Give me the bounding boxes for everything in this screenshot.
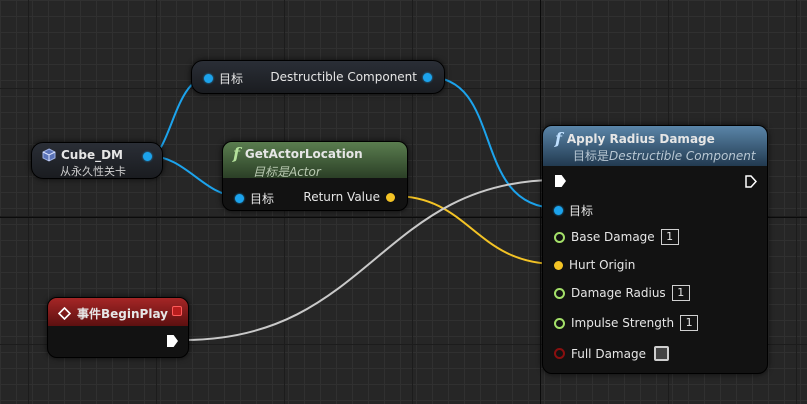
wire-location-to-origin bbox=[393, 195, 558, 265]
return-value-pin[interactable] bbox=[386, 192, 395, 202]
apply-radius-damage-node[interactable]: f Apply Radius Damage 目标是 Destructible C… bbox=[542, 125, 768, 374]
base-damage-value-input[interactable]: 1 bbox=[660, 229, 679, 245]
hurt-origin-pin[interactable] bbox=[554, 260, 563, 270]
function-icon: f bbox=[233, 144, 240, 163]
get-actor-location-node[interactable]: f GetActorLocation 目标是Actor 目标 Return Va… bbox=[222, 141, 408, 211]
get-actor-location-subtitle: 目标是Actor bbox=[253, 165, 321, 179]
function-icon: f bbox=[555, 129, 562, 148]
cube-dm-subtitle: 从永久性关卡 bbox=[60, 165, 126, 178]
cube-dm-reference-node[interactable]: Cube_DM 从永久性关卡 bbox=[31, 142, 163, 179]
destructible-component-node[interactable]: 目标 Destructible Component bbox=[191, 60, 445, 94]
apply-subtitle-prefix: 目标是 bbox=[573, 149, 610, 163]
apply-radius-damage-title: Apply Radius Damage bbox=[566, 131, 715, 146]
cube-dm-output-pin[interactable] bbox=[143, 152, 152, 161]
apply-target-pin[interactable] bbox=[554, 206, 563, 215]
apply-radius-damage-header: f Apply Radius Damage 目标是 Destructible C… bbox=[543, 126, 767, 166]
get-actor-location-header: f GetActorLocation 目标是Actor bbox=[223, 142, 407, 179]
get-actor-location-title: GetActorLocation bbox=[244, 146, 363, 161]
full-damage-pin[interactable] bbox=[554, 348, 565, 359]
apply-subtitle-target: Destructible Component bbox=[609, 148, 756, 163]
impulse-strength-pin[interactable] bbox=[554, 317, 565, 329]
target-pin-label: 目标 bbox=[219, 72, 244, 86]
apply-target-label: 目标 bbox=[569, 204, 594, 218]
apply-exec-output-pin[interactable] bbox=[745, 175, 757, 188]
event-diamond-icon bbox=[58, 307, 71, 320]
delegate-pin-icon[interactable] bbox=[172, 306, 182, 316]
impulse-strength-label: Impulse Strength bbox=[571, 316, 675, 330]
base-damage-label: Base Damage bbox=[571, 230, 655, 244]
full-damage-checkbox[interactable] bbox=[653, 346, 669, 361]
base-damage-pin[interactable] bbox=[554, 231, 565, 243]
apply-exec-input-pin[interactable] bbox=[555, 175, 566, 187]
cube-dm-title: Cube_DM bbox=[61, 148, 123, 162]
get-location-target-pin[interactable] bbox=[235, 194, 244, 203]
get-location-target-label: 目标 bbox=[250, 192, 275, 206]
impulse-strength-value-input[interactable]: 1 bbox=[680, 315, 699, 331]
begin-play-title: 事件BeginPlay bbox=[77, 307, 168, 321]
hurt-origin-label: Hurt Origin bbox=[569, 258, 636, 272]
damage-radius-label: Damage Radius bbox=[571, 286, 666, 300]
component-cube-icon bbox=[42, 148, 56, 162]
begin-play-header: 事件BeginPlay bbox=[48, 298, 188, 326]
damage-radius-value-input[interactable]: 1 bbox=[671, 285, 690, 301]
damage-radius-pin[interactable] bbox=[554, 287, 565, 299]
destructible-output-label: Destructible Component bbox=[270, 70, 417, 84]
event-begin-play-node[interactable]: 事件BeginPlay bbox=[47, 297, 189, 358]
full-damage-label: Full Damage bbox=[571, 346, 646, 361]
return-value-label: Return Value bbox=[303, 190, 380, 204]
begin-play-exec-output-pin[interactable] bbox=[167, 335, 178, 347]
destructible-output-pin[interactable] bbox=[423, 72, 432, 82]
target-input-pin[interactable] bbox=[204, 74, 213, 83]
